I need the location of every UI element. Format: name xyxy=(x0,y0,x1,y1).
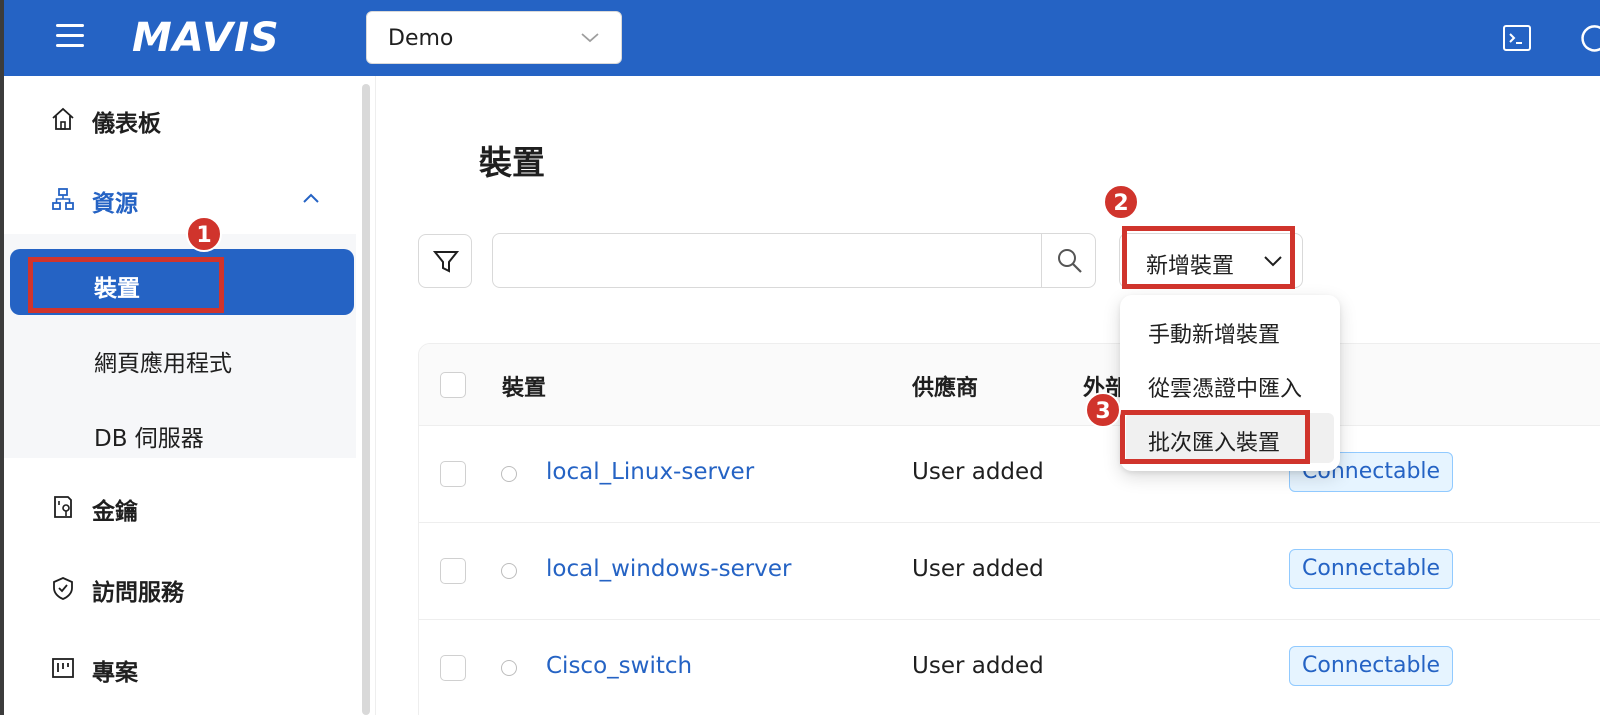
chevron-up-icon[interactable] xyxy=(300,188,322,210)
filter-button[interactable] xyxy=(418,234,472,288)
sidebar-subitem-web-apps[interactable]: 網頁應用程式 xyxy=(10,324,354,390)
sidebar-item-label: 金鑰 xyxy=(92,499,138,525)
devices-table: 裝置 供應商 外部 local_Linux-server User added … xyxy=(418,343,1600,715)
sidebar-subitem-devices[interactable]: 裝置 xyxy=(10,249,354,315)
vendor-cell: User added xyxy=(912,459,1044,485)
menu-item-label: 手動新增裝置 xyxy=(1148,323,1281,348)
status-badge: Connectable xyxy=(1289,646,1454,686)
refresh-icon[interactable] xyxy=(1578,22,1600,56)
status-dot-icon xyxy=(501,660,517,676)
column-header-device[interactable]: 裝置 xyxy=(502,370,546,402)
status-badge: Connectable xyxy=(1289,549,1454,589)
device-name-link[interactable]: local_windows-server xyxy=(546,556,791,582)
search-input[interactable] xyxy=(493,234,1041,287)
home-icon xyxy=(52,107,74,130)
device-name-link[interactable]: local_Linux-server xyxy=(546,459,754,485)
project-select-value: Demo xyxy=(388,26,454,51)
sidebar-subitem-label: 裝置 xyxy=(94,276,140,302)
vendor-cell: User added xyxy=(912,556,1044,582)
sidebar-scrollbar[interactable] xyxy=(362,84,370,715)
row-checkbox[interactable] xyxy=(440,461,466,487)
terminal-icon[interactable] xyxy=(1502,23,1532,53)
search-box xyxy=(492,233,1096,288)
menu-item-batch-import[interactable]: 批次匯入裝置 xyxy=(1126,413,1334,463)
add-device-label: 新增裝置 xyxy=(1146,254,1235,279)
search-button[interactable] xyxy=(1041,234,1095,287)
column-header-vendor[interactable]: 供應商 xyxy=(912,370,978,402)
step-marker-1: 1 xyxy=(186,216,222,252)
status-dot-icon xyxy=(501,563,517,579)
table-header: 裝置 供應商 外部 xyxy=(419,344,1600,426)
chevron-down-icon xyxy=(1264,256,1282,267)
sidebar-item-access-services[interactable]: 訪問服務 xyxy=(4,559,356,615)
add-device-button[interactable]: 新增裝置 xyxy=(1119,233,1303,288)
sidebar-subitem-label: DB 伺服器 xyxy=(94,426,204,452)
sidebar-item-label: 儀表板 xyxy=(92,111,161,137)
sitemap-icon xyxy=(52,188,74,210)
chevron-down-icon xyxy=(581,33,599,43)
sidebar-item-label: 資源 xyxy=(92,191,138,217)
step-marker-3: 3 xyxy=(1085,392,1121,428)
project-select[interactable]: Demo xyxy=(366,11,622,64)
select-all-checkbox[interactable] xyxy=(440,372,466,398)
sidebar-item-projects[interactable]: 專案 xyxy=(4,639,356,695)
table-row[interactable]: local_Linux-server User added Connectabl… xyxy=(419,426,1600,523)
step-marker-2: 2 xyxy=(1103,184,1139,220)
key-icon xyxy=(54,496,72,518)
page-title: 裝置 xyxy=(479,143,545,182)
row-checkbox[interactable] xyxy=(440,655,466,681)
filter-icon xyxy=(432,251,460,273)
sidebar-item-keys[interactable]: 金鑰 xyxy=(4,478,356,534)
menu-item-label: 批次匯入裝置 xyxy=(1148,431,1281,456)
sidebar-item-label: 訪問服務 xyxy=(92,580,184,606)
sidebar-subitem-db-servers[interactable]: DB 伺服器 xyxy=(10,399,354,465)
shield-check-icon xyxy=(53,577,73,600)
row-checkbox[interactable] xyxy=(440,558,466,584)
app-logo: MAVIS xyxy=(132,15,280,61)
sidebar-item-resources[interactable]: 資源 xyxy=(4,170,356,226)
table-row[interactable]: local_windows-server User added Connecta… xyxy=(419,523,1600,620)
search-icon xyxy=(1058,249,1082,273)
sidebar-subitem-label: 網頁應用程式 xyxy=(94,351,232,377)
sidebar-item-label: 專案 xyxy=(92,660,138,686)
window-edge xyxy=(0,0,4,715)
table-row[interactable]: Cisco_switch User added Connectable xyxy=(419,620,1600,715)
status-dot-icon xyxy=(501,466,517,482)
menu-item-manual-add[interactable]: 手動新增裝置 xyxy=(1126,305,1334,355)
sidebar: 儀表板 資源 裝置 網頁應用程式 DB 伺服器 金鑰 訪問服務 專案 xyxy=(4,76,376,715)
menu-item-label: 從雲憑證中匯入 xyxy=(1148,377,1303,402)
sidebar-item-dashboard[interactable]: 儀表板 xyxy=(4,90,356,146)
add-device-dropdown: 手動新增裝置 從雲憑證中匯入 批次匯入裝置 xyxy=(1120,295,1340,471)
vendor-cell: User added xyxy=(912,653,1044,679)
menu-item-import-cloud[interactable]: 從雲憑證中匯入 xyxy=(1126,359,1334,409)
hamburger-menu-icon[interactable] xyxy=(56,24,84,48)
project-board-icon xyxy=(52,658,74,678)
top-header: MAVIS Demo xyxy=(0,0,1600,76)
device-name-link[interactable]: Cisco_switch xyxy=(546,653,692,679)
